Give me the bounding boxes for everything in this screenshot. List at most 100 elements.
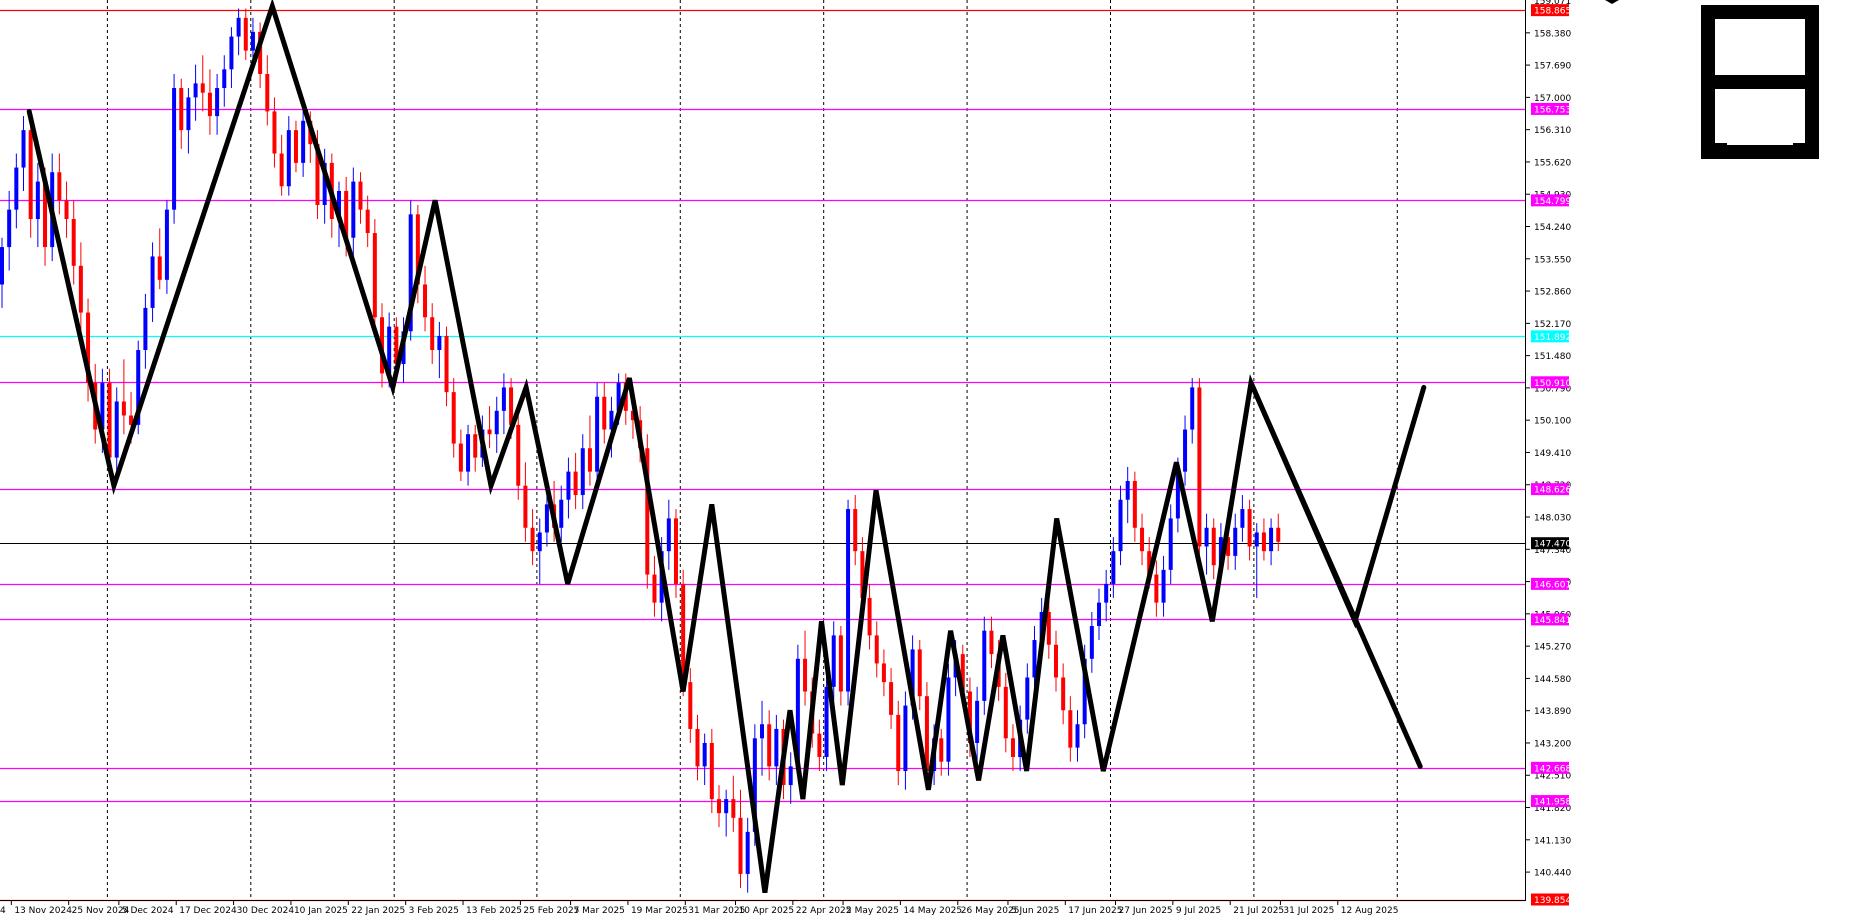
candle-body bbox=[473, 434, 478, 458]
candle-body bbox=[1240, 509, 1245, 528]
candle-body bbox=[14, 167, 19, 210]
candle-body bbox=[200, 83, 205, 93]
x-tick-label: 10 Apr 2025 bbox=[738, 906, 794, 916]
zigzag-layer bbox=[26, 0, 1427, 894]
candle-body bbox=[1269, 527, 1274, 552]
candle-body bbox=[150, 256, 155, 308]
candle-body bbox=[114, 401, 119, 458]
candle-body bbox=[652, 574, 657, 603]
candle-body bbox=[451, 392, 456, 444]
level-price-label: 142.668 bbox=[1534, 764, 1571, 774]
x-tick-label: 12 Aug 2025 bbox=[1341, 906, 1399, 916]
candle-body bbox=[1247, 509, 1252, 547]
y-tick-label: 152.170 bbox=[1534, 320, 1571, 330]
y-tick-label: 155.620 bbox=[1534, 158, 1571, 168]
candle-body bbox=[437, 335, 442, 351]
candle-body bbox=[695, 728, 700, 767]
candle-body bbox=[1261, 532, 1266, 552]
candle-body bbox=[559, 499, 564, 528]
candle-body bbox=[107, 382, 112, 458]
candle-body bbox=[1140, 527, 1145, 552]
candle-body bbox=[946, 677, 951, 762]
candle-body bbox=[1053, 644, 1058, 678]
y-tick-label: 154.240 bbox=[1534, 223, 1571, 233]
candle-body bbox=[774, 728, 779, 767]
candle-body bbox=[666, 518, 671, 552]
candle-body bbox=[272, 111, 277, 154]
candle-body bbox=[21, 130, 26, 168]
candle-body bbox=[466, 434, 471, 472]
candle-body bbox=[889, 682, 894, 715]
candle-body bbox=[57, 172, 62, 201]
chart-root: 159.071 158.380 157.690 157.000 156.310 155.6… bbox=[0, 0, 1870, 917]
candle-body bbox=[172, 88, 177, 210]
candle-body bbox=[164, 209, 169, 280]
candle-body bbox=[717, 799, 721, 814]
x-tick-label: 30 Dec 2024 bbox=[237, 906, 295, 916]
x-tick-label: 21 Jul 2025 bbox=[1233, 906, 1284, 916]
y-tick-label: 144.580 bbox=[1534, 675, 1571, 685]
candle-body bbox=[580, 448, 585, 496]
x-tick-label: 3 Feb 2025 bbox=[409, 906, 459, 916]
candle-body bbox=[430, 317, 435, 351]
icon-foot-left bbox=[1701, 143, 1727, 156]
x-tick-label: 22 Apr 2025 bbox=[796, 906, 852, 916]
candle-body bbox=[709, 742, 714, 800]
level-price-label: 150.910 bbox=[1534, 379, 1571, 389]
x-tick-label: 4 bbox=[0, 906, 6, 916]
marker-triangle-icon bbox=[1605, 0, 1619, 4]
y-tick-label: 148.030 bbox=[1534, 514, 1571, 524]
candle-body bbox=[731, 799, 736, 818]
axis-layer: 159.071158.380157.690157.000156.310155.6… bbox=[0, 0, 1571, 916]
y-tick-label: 153.550 bbox=[1534, 255, 1571, 265]
candle-body bbox=[544, 504, 549, 533]
candle-body bbox=[1197, 387, 1202, 547]
chart-type-icon bbox=[1701, 5, 1819, 159]
candle-body bbox=[1190, 387, 1195, 430]
x-tick-label: 13 Feb 2025 bbox=[466, 906, 522, 916]
x-tick-label: 25 Feb 2025 bbox=[523, 906, 579, 916]
candle-body bbox=[222, 69, 227, 89]
y-tick-label: 151.480 bbox=[1534, 352, 1571, 362]
candle-body bbox=[989, 630, 994, 655]
candle-body bbox=[193, 83, 198, 98]
zigzag-line bbox=[26, 0, 1427, 894]
candle-body bbox=[78, 265, 83, 313]
candle-body bbox=[1104, 583, 1109, 603]
candle-body bbox=[501, 387, 506, 411]
candle-body bbox=[207, 92, 212, 117]
candle-body bbox=[1125, 480, 1130, 500]
candle-body bbox=[760, 724, 765, 739]
candle-body bbox=[881, 663, 886, 683]
icon-foot-right bbox=[1793, 143, 1819, 156]
y-tick-label: 158.380 bbox=[1534, 29, 1571, 39]
candle-body bbox=[824, 686, 829, 758]
candle-body bbox=[803, 658, 808, 692]
candle-body bbox=[351, 181, 356, 238]
candle-body bbox=[874, 635, 879, 664]
candle-body bbox=[702, 742, 707, 767]
y-tick-label: 152.860 bbox=[1534, 288, 1571, 298]
candle-body bbox=[358, 181, 363, 210]
y-tick-label: 149.410 bbox=[1534, 449, 1571, 459]
level-price-label: 151.892 bbox=[1534, 333, 1571, 343]
candle-body bbox=[121, 401, 126, 416]
y-tick-label: 150.100 bbox=[1534, 417, 1571, 427]
level-price-label: 141.958 bbox=[1534, 798, 1571, 808]
candle-body bbox=[365, 209, 370, 234]
candle-body bbox=[444, 335, 449, 393]
x-tick-label: 10 Jan 2025 bbox=[294, 906, 348, 916]
level-price-label: 154.799 bbox=[1534, 197, 1571, 207]
y-tick-label: 141.130 bbox=[1534, 836, 1571, 846]
candle-body bbox=[1003, 686, 1008, 739]
candle-body bbox=[279, 153, 284, 187]
candle-body bbox=[243, 17, 248, 51]
candle-body bbox=[688, 682, 693, 729]
candle-body bbox=[1154, 574, 1159, 603]
candle-body bbox=[372, 233, 377, 318]
candle-body bbox=[1089, 626, 1094, 659]
candle-body bbox=[1010, 738, 1015, 758]
y-tick-label: 157.000 bbox=[1534, 94, 1571, 104]
candle-body bbox=[939, 738, 944, 762]
level-price-label: 145.841 bbox=[1534, 616, 1571, 626]
